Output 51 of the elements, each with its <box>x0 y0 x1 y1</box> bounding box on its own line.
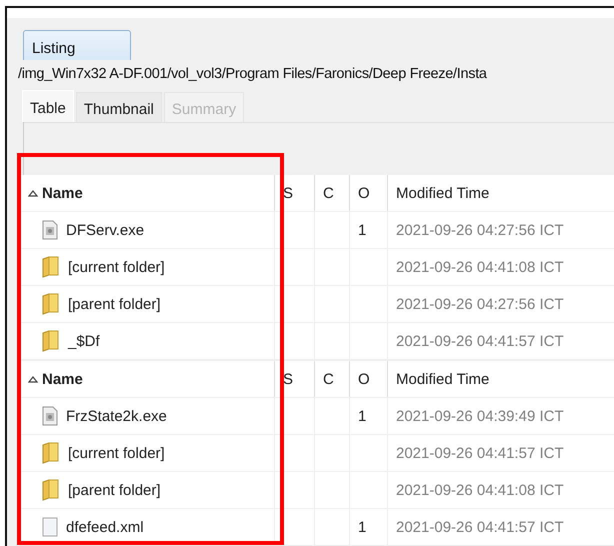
modified-time: 2021-09-26 04:41:08 ICT <box>396 258 564 276</box>
modified-time: 2021-09-26 04:41:57 ICT <box>396 332 564 350</box>
modified-time: 2021-09-26 04:39:49 ICT <box>396 408 564 424</box>
file-name: [parent folder] <box>68 296 161 312</box>
file-name: DFServ.exe <box>66 222 144 238</box>
file-name-cell[interactable]: [parent folder] <box>20 286 275 322</box>
o-value: 1 <box>358 222 366 238</box>
column-header[interactable]: S <box>275 175 315 211</box>
view-tab[interactable]: Thumbnail <box>76 92 162 122</box>
folder-icon <box>42 330 60 352</box>
file-name-cell[interactable]: [current folder] <box>20 249 275 285</box>
file-name: _$Df <box>68 332 100 350</box>
column-header[interactable]: Name <box>20 361 275 397</box>
file-name: [parent folder] <box>68 482 161 498</box>
o-value: 1 <box>358 408 366 424</box>
file-name-cell[interactable]: FrzState2k.exe <box>20 398 275 434</box>
modified-time: 2021-09-26 04:27:56 ICT <box>396 222 564 238</box>
program-file-icon <box>42 220 58 240</box>
column-header[interactable]: O <box>350 361 388 397</box>
column-header[interactable]: S <box>275 361 315 397</box>
folder-icon <box>42 256 60 278</box>
o-value: 1 <box>358 518 366 536</box>
sort-ascending-icon <box>28 190 38 196</box>
folder-icon <box>42 479 60 501</box>
column-header[interactable]: Modified Time <box>388 361 614 397</box>
folder-icon <box>42 293 60 315</box>
modified-time: 2021-09-26 04:27:56 ICT <box>396 296 564 312</box>
sort-ascending-icon <box>28 376 38 382</box>
file-name-cell[interactable]: [current folder] <box>20 435 275 471</box>
modified-time: 2021-09-26 04:41:57 ICT <box>396 518 564 536</box>
modified-time: 2021-09-26 04:41:57 ICT <box>396 444 564 462</box>
column-header[interactable]: Modified Time <box>388 175 614 211</box>
file-path: /img_Win7x32 A-DF.001/vol_vol3/Program Files/Faronics/Deep Freeze/Insta <box>18 66 488 84</box>
file-name-cell[interactable]: DFServ.exe <box>20 212 275 248</box>
view-tab[interactable]: Table <box>22 90 74 122</box>
file-name: [current folder] <box>68 444 165 462</box>
file-name-cell[interactable]: dfefeed.xml <box>20 509 275 545</box>
column-header[interactable]: C <box>315 175 350 211</box>
file-name: dfefeed.xml <box>66 518 144 536</box>
column-header[interactable]: C <box>315 361 350 397</box>
file-name-cell[interactable]: [parent folder] <box>20 472 275 508</box>
document-icon <box>42 517 58 537</box>
column-header[interactable]: O <box>350 175 388 211</box>
file-name: FrzState2k.exe <box>66 408 167 424</box>
program-file-icon <box>42 406 58 426</box>
file-name: [current folder] <box>68 258 165 276</box>
column-header[interactable]: Name <box>20 175 275 211</box>
modified-time: 2021-09-26 04:41:08 ICT <box>396 482 564 498</box>
file-name-cell[interactable]: _$Df <box>20 323 275 359</box>
listing-tab[interactable]: Listing <box>23 30 131 60</box>
folder-icon <box>42 442 60 464</box>
